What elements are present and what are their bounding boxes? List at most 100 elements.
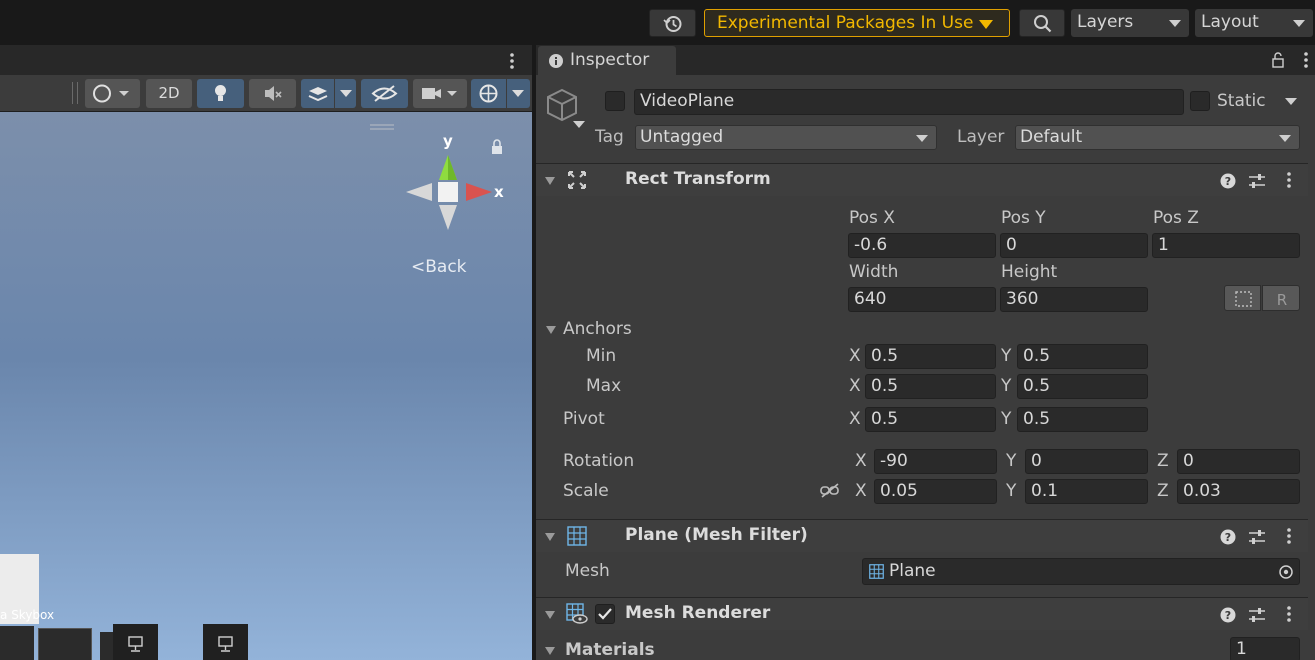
materials-count-field[interactable]: 1 (1230, 637, 1300, 660)
pos-y-field[interactable]: 0 (1000, 233, 1148, 258)
width-field[interactable]: 640 (848, 287, 996, 312)
scale-x-field[interactable]: 0.05 (874, 479, 997, 504)
pos-z-field[interactable]: 1 (1152, 233, 1300, 258)
tag-label: Tag (595, 127, 624, 147)
scene-monitor-object[interactable] (203, 624, 248, 660)
anchors-min-y-axis: Y (1001, 346, 1012, 366)
layers-dropdown-label: Layers (1077, 12, 1134, 32)
svg-text:?: ? (1225, 531, 1231, 544)
scale-z-axis: Z (1157, 481, 1169, 501)
preset-sliders-icon[interactable] (1248, 607, 1266, 623)
mesh-object-value: Plane (889, 561, 936, 581)
top-toolbar: Experimental Packages In Use Layers Layo… (0, 0, 1315, 45)
blueprint-mode-button[interactable] (1224, 285, 1261, 311)
scene-panel-dark (100, 632, 114, 660)
mesh-renderer-enabled-checkbox[interactable] (595, 604, 615, 624)
width-label: Width (849, 262, 899, 282)
layers-dropdown[interactable]: Layers (1071, 9, 1189, 37)
chevron-down-icon (916, 135, 928, 142)
scene-viewport[interactable]: y x <Back a Skybox (0, 112, 532, 660)
gizmos-dropdown[interactable] (507, 79, 530, 108)
scene-panel-dark (38, 628, 92, 660)
rotation-z-field[interactable]: 0 (1177, 449, 1300, 474)
camera-dropdown[interactable] (413, 79, 467, 108)
lock-icon[interactable] (1271, 52, 1285, 68)
more-options-icon[interactable] (1286, 527, 1292, 545)
preset-sliders-icon[interactable] (1248, 529, 1266, 545)
chevron-down-icon (1293, 20, 1305, 27)
anchors-min-x-field[interactable]: 0.5 (865, 344, 996, 369)
scale-y-field[interactable]: 0.1 (1025, 479, 1148, 504)
foldout-arrow-icon[interactable] (545, 177, 555, 185)
anchors-max-x-field[interactable]: 0.5 (865, 374, 996, 399)
mesh-renderer-header[interactable]: Mesh Renderer ? (536, 597, 1308, 630)
active-checkbox[interactable] (605, 91, 625, 111)
scene-monitor-object[interactable] (113, 624, 158, 660)
scale-label: Scale (563, 481, 609, 501)
audio-toggle[interactable] (249, 79, 296, 108)
pos-z-label: Pos Z (1153, 208, 1199, 228)
pos-x-label: Pos X (849, 208, 895, 228)
mesh-grid-icon (567, 526, 587, 546)
object-picker-icon[interactable] (1278, 564, 1294, 580)
constrain-proportions-link-icon[interactable] (819, 483, 841, 499)
help-icon[interactable]: ? (1220, 173, 1236, 189)
tab-inspector[interactable]: Inspector (538, 46, 676, 75)
layout-dropdown[interactable]: Layout (1195, 9, 1313, 37)
experimental-packages-button[interactable]: Experimental Packages In Use (704, 9, 1010, 37)
skybox-label: a Skybox (0, 608, 55, 622)
height-label: Height (1001, 262, 1058, 282)
icon-dropdown-caret[interactable] (573, 121, 585, 128)
anchors-max-label: Max (586, 376, 622, 396)
effects-dropdown[interactable] (335, 79, 356, 108)
anchors-foldout-icon[interactable] (546, 326, 556, 334)
materials-foldout-icon[interactable] (545, 647, 555, 655)
layer-dropdown[interactable]: Default (1015, 125, 1300, 150)
foldout-arrow-icon[interactable] (545, 611, 555, 619)
scale-z-field[interactable]: 0.03 (1177, 479, 1300, 504)
monitor-icon (128, 636, 143, 652)
preset-sliders-icon[interactable] (1248, 173, 1266, 189)
gizmos-toggle[interactable] (471, 79, 506, 108)
mesh-filter-header[interactable]: Plane (Mesh Filter) ? (536, 519, 1308, 552)
search-button[interactable] (1019, 9, 1065, 37)
component-header-icons: ? (1220, 171, 1296, 191)
pos-x-field[interactable]: -0.6 (848, 233, 996, 258)
shading-sphere-icon (93, 84, 129, 103)
shading-mode-dropdown[interactable] (85, 79, 140, 108)
toolbar-separator (77, 82, 78, 104)
effects-toggle[interactable] (301, 79, 334, 108)
more-options-icon[interactable] (509, 52, 515, 70)
lock-icon[interactable] (490, 139, 504, 155)
2d-mode-toggle[interactable]: 2D (146, 79, 192, 108)
rect-transform-header[interactable]: Rect Transform ? (536, 163, 1308, 196)
static-checkbox[interactable] (1190, 91, 1210, 111)
lighting-toggle[interactable] (197, 79, 244, 108)
more-options-icon[interactable] (1286, 171, 1292, 189)
pivot-y-field[interactable]: 0.5 (1017, 407, 1148, 432)
anchors-label[interactable]: Anchors (563, 319, 632, 339)
help-icon[interactable]: ? (1220, 607, 1236, 623)
history-button[interactable] (649, 9, 696, 37)
pivot-x-field[interactable]: 0.5 (865, 407, 996, 432)
back-view-label[interactable]: <Back (411, 257, 467, 277)
tag-dropdown[interactable]: Untagged (635, 125, 937, 150)
more-options-icon[interactable] (1286, 605, 1292, 623)
svg-text:R: R (1277, 291, 1287, 309)
mesh-object-field[interactable]: Plane (862, 558, 1300, 585)
foldout-arrow-icon[interactable] (545, 533, 555, 541)
object-name-field[interactable]: VideoPlane (634, 89, 1184, 115)
more-options-icon[interactable] (1303, 51, 1309, 69)
height-field[interactable]: 360 (1000, 287, 1148, 312)
anchors-max-y-field[interactable]: 0.5 (1017, 374, 1148, 399)
rotation-x-field[interactable]: -90 (874, 449, 997, 474)
materials-label[interactable]: Materials (565, 640, 655, 660)
help-icon[interactable]: ? (1220, 529, 1236, 545)
hidden-objects-toggle[interactable] (361, 79, 408, 108)
rotation-y-field[interactable]: 0 (1025, 449, 1148, 474)
anchors-min-y-field[interactable]: 0.5 (1017, 344, 1148, 369)
static-dropdown-caret[interactable] (1285, 98, 1297, 105)
raw-edit-button[interactable]: R (1262, 285, 1300, 311)
chevron-down-icon (1169, 20, 1181, 27)
rect-transform-title: Rect Transform (625, 169, 771, 189)
